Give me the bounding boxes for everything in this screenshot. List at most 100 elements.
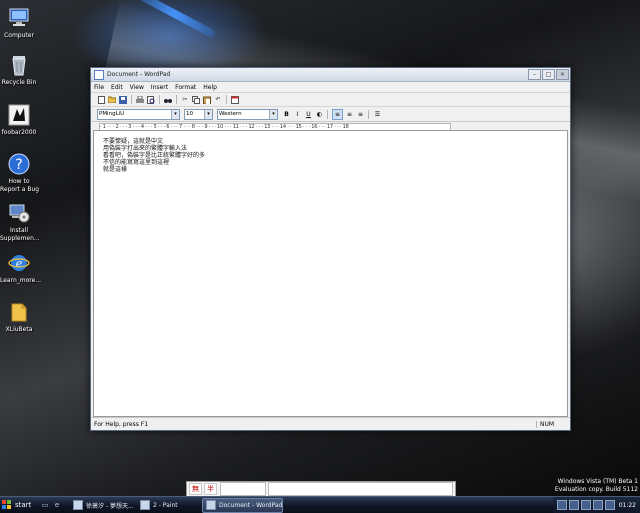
bullets-button[interactable]: ☰ bbox=[373, 110, 382, 119]
chevron-down-icon[interactable]: ▾ bbox=[204, 109, 212, 119]
ime-toolbar: 無 半 bbox=[186, 481, 456, 496]
wordpad-window: Document - WordPad – □ × File Edit View … bbox=[90, 67, 571, 431]
menu-view[interactable]: View bbox=[130, 84, 144, 91]
copy-icon[interactable] bbox=[192, 95, 200, 104]
ime-candidate-field[interactable] bbox=[268, 482, 453, 496]
desktop-icon-learn-more[interactable]: e Learn_more... bbox=[0, 251, 41, 285]
color-button[interactable]: ◐ bbox=[315, 110, 324, 119]
foobar2000-icon bbox=[7, 103, 31, 127]
tray-help-icon[interactable] bbox=[604, 500, 615, 510]
toolbar-separator bbox=[131, 95, 132, 104]
ie-icon[interactable]: e bbox=[52, 500, 62, 510]
font-size-select[interactable]: 10 ▾ bbox=[184, 108, 213, 120]
wordpad-app-icon[interactable] bbox=[94, 69, 104, 80]
font-value: PMingLiU bbox=[99, 111, 125, 117]
align-left-button[interactable]: ≡ bbox=[332, 108, 343, 120]
clock[interactable]: 01:22 bbox=[619, 502, 636, 509]
underline-button[interactable]: U bbox=[304, 110, 313, 119]
menu-edit[interactable]: Edit bbox=[111, 84, 123, 91]
task-label: 徐萧汐 - 夢想天... bbox=[86, 502, 134, 510]
format-separator bbox=[368, 109, 369, 119]
vista-watermark: Windows Vista (TM) Beta 1 Evaluation cop… bbox=[555, 478, 638, 494]
show-desktop-icon[interactable]: ▭ bbox=[40, 500, 50, 510]
menu-format[interactable]: Format bbox=[175, 84, 196, 91]
insert-date-icon[interactable] bbox=[231, 95, 239, 104]
folder-icon bbox=[7, 300, 31, 324]
desktop-icon-report-bug[interactable]: ? How to Report a Bug bbox=[0, 152, 39, 194]
wordpad-icon bbox=[206, 500, 216, 510]
menu-insert[interactable]: Insert bbox=[151, 84, 168, 91]
taskbar-task-paint[interactable]: 2 - Paint bbox=[137, 499, 200, 512]
desktop-icon-computer[interactable]: Computer bbox=[0, 6, 38, 40]
task-icon bbox=[73, 500, 83, 510]
format-bar: PMingLiU ▾ 10 ▾ Western ▾ B I U ◐ ≡ ≡ ≡ … bbox=[91, 107, 570, 122]
recycle-bin-icon bbox=[7, 53, 31, 77]
open-icon[interactable] bbox=[108, 96, 116, 104]
start-button[interactable]: start bbox=[2, 498, 40, 512]
ime-mode-button[interactable]: 無 bbox=[189, 483, 202, 495]
task-label: Document - WordPad bbox=[219, 501, 283, 509]
taskbar: start ▭ e 徐萧汐 - 夢想天... 2 - Paint Documen… bbox=[0, 496, 640, 513]
num-lock-indicator: NUM bbox=[536, 420, 570, 428]
tray-volume-icon[interactable] bbox=[580, 500, 591, 510]
ime-width-button[interactable]: 半 bbox=[204, 483, 217, 495]
svg-text:?: ? bbox=[15, 157, 22, 173]
print-icon[interactable] bbox=[136, 95, 144, 104]
minimize-button[interactable]: – bbox=[528, 69, 541, 80]
wallpaper-blue-streak bbox=[133, 0, 217, 39]
format-separator bbox=[327, 109, 328, 119]
document-area[interactable]: 不要懷疑，這就是中文 用偽裝字打出來的繁體字輸入法 看看吧，偽裝字是比正統繁體字… bbox=[93, 130, 568, 417]
bold-button[interactable]: B bbox=[282, 110, 291, 119]
desktop-icon-recycle-bin[interactable]: Recycle Bin bbox=[0, 53, 38, 87]
watermark-line-2: Evaluation copy. Build 5112 bbox=[554, 486, 638, 493]
tray-network-icon[interactable] bbox=[568, 500, 579, 510]
desktop: Computer Recycle Bin foobar2000 ? How to… bbox=[0, 0, 640, 496]
document-line: 就是這樣 bbox=[103, 166, 128, 173]
installer-icon bbox=[7, 201, 31, 225]
start-label: start bbox=[15, 501, 32, 509]
help-icon: ? bbox=[7, 152, 31, 176]
find-icon[interactable] bbox=[164, 96, 172, 104]
print-preview-icon[interactable] bbox=[147, 95, 155, 104]
desktop-icon-foobar2000[interactable]: foobar2000 bbox=[0, 103, 38, 137]
tray-language-icon[interactable] bbox=[556, 500, 567, 510]
status-help-text: For Help, press F1 bbox=[94, 420, 149, 428]
desktop-icon-install[interactable]: Install Supplemen... bbox=[0, 201, 40, 243]
chevron-down-icon[interactable]: ▾ bbox=[171, 109, 179, 119]
windows-logo-icon bbox=[2, 500, 12, 510]
undo-icon[interactable]: ↶ bbox=[214, 96, 222, 104]
paste-icon[interactable] bbox=[203, 96, 211, 104]
toolbar-separator bbox=[176, 95, 177, 104]
align-right-button[interactable]: ≡ bbox=[356, 110, 365, 119]
new-icon[interactable] bbox=[97, 95, 105, 104]
cut-icon[interactable]: ✂ bbox=[181, 96, 189, 104]
watermark-line-1: Windows Vista (TM) Beta 1 bbox=[557, 478, 638, 485]
chevron-down-icon[interactable]: ▾ bbox=[269, 109, 277, 119]
script-select[interactable]: Western ▾ bbox=[217, 108, 278, 120]
toolbar-separator bbox=[159, 95, 160, 104]
standard-toolbar: ✂ ↶ bbox=[91, 93, 570, 107]
status-bar: For Help, press F1 NUM bbox=[91, 417, 570, 430]
internet-explorer-icon: e bbox=[7, 251, 31, 275]
menu-help[interactable]: Help bbox=[203, 84, 217, 91]
taskbar-task-chinese[interactable]: 徐萧汐 - 夢想天... bbox=[70, 499, 135, 512]
paint-icon bbox=[140, 500, 150, 510]
taskbar-task-wordpad[interactable]: Document - WordPad bbox=[202, 497, 283, 513]
align-center-button[interactable]: ≡ bbox=[345, 110, 354, 119]
system-tray: 01:22 bbox=[552, 497, 640, 513]
menu-file[interactable]: File bbox=[94, 84, 104, 91]
title-bar[interactable]: Document - WordPad – □ × bbox=[91, 68, 570, 82]
computer-icon bbox=[7, 6, 31, 30]
ime-composition-field[interactable] bbox=[220, 482, 266, 496]
menu-bar: File Edit View Insert Format Help bbox=[91, 82, 570, 93]
toolbar-separator bbox=[226, 95, 227, 104]
desktop-icon-xliubeta[interactable]: XLiuBeta bbox=[0, 300, 38, 334]
tray-ime-icon[interactable] bbox=[592, 500, 603, 510]
save-icon[interactable] bbox=[119, 95, 127, 104]
close-button[interactable]: × bbox=[556, 69, 569, 80]
font-size-value: 10 bbox=[186, 111, 193, 117]
task-label: 2 - Paint bbox=[153, 501, 178, 509]
maximize-button[interactable]: □ bbox=[542, 69, 555, 80]
italic-button[interactable]: I bbox=[293, 110, 302, 119]
font-select[interactable]: PMingLiU ▾ bbox=[97, 108, 180, 120]
